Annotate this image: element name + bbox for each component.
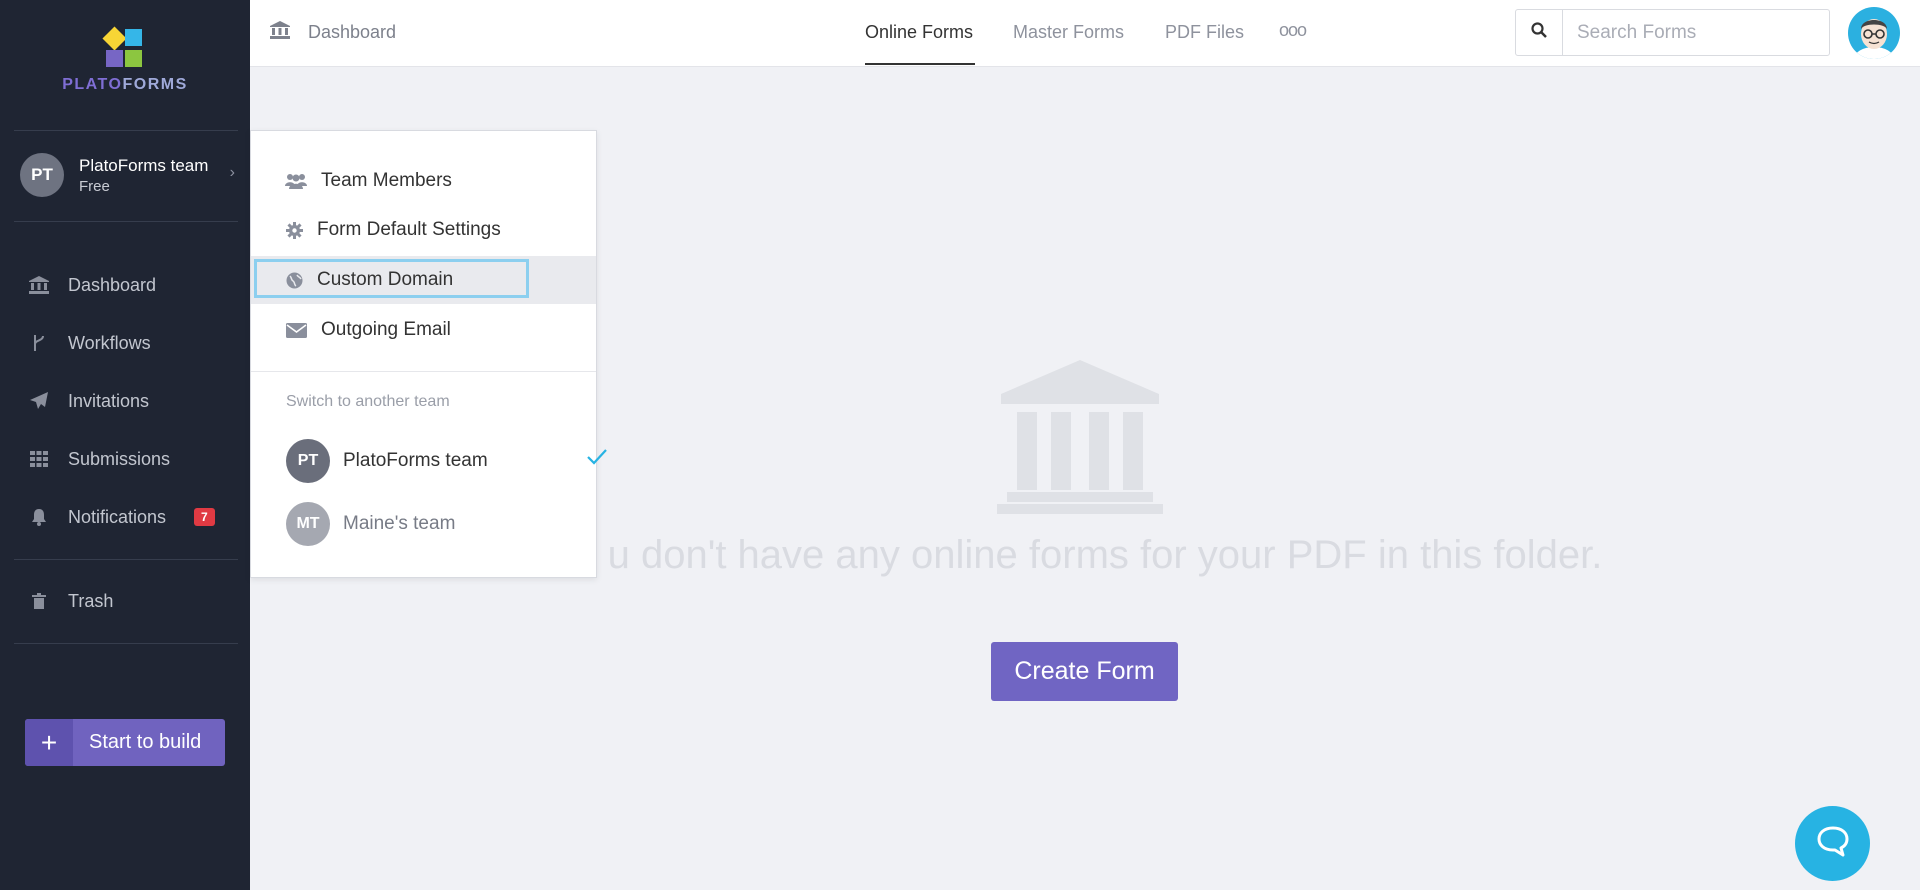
team-switcher[interactable]: PT PlatoForms team Free ›	[20, 153, 235, 198]
sidebar-item-label: Invitations	[68, 390, 150, 411]
sidebar-divider	[14, 221, 238, 222]
sidebar-divider	[14, 643, 238, 644]
branch-icon	[28, 332, 50, 354]
breadcrumb[interactable]: Dashboard	[270, 21, 396, 44]
menu-item-team-members[interactable]: Team Members	[251, 157, 596, 205]
sidebar-item-dashboard[interactable]: Dashboard	[28, 270, 156, 300]
notification-badge: 7	[194, 508, 215, 526]
active-tab-underline	[865, 63, 975, 65]
sidebar-item-submissions[interactable]: Submissions	[28, 444, 170, 474]
team-option-name: Maine's team	[343, 512, 456, 534]
team-avatar: PT	[20, 153, 64, 197]
gear-icon	[285, 221, 303, 239]
menu-item-label: Outgoing Email	[321, 319, 451, 340]
team-option-name: PlatoForms team	[343, 449, 488, 471]
logo[interactable]: PLATOFORMS	[0, 26, 250, 94]
grid-icon	[28, 448, 50, 470]
paper-plane-icon	[28, 390, 50, 412]
sidebar-item-label: Trash	[68, 590, 114, 611]
envelope-icon	[285, 322, 307, 338]
team-avatar: PT	[286, 438, 330, 483]
breadcrumb-label: Dashboard	[308, 22, 397, 42]
menu-item-outgoing-email[interactable]: Outgoing Email	[251, 306, 596, 354]
tab-master-forms[interactable]: Master Forms	[1013, 22, 1124, 43]
user-avatar[interactable]	[1848, 7, 1900, 59]
team-plan: Free	[79, 178, 110, 195]
sidebar-item-label: Workflows	[68, 332, 151, 353]
team-option-maine[interactable]: MT Maine's team	[286, 501, 586, 546]
sidebar-item-label: Dashboard	[68, 274, 157, 295]
sidebar-item-label: Submissions	[68, 448, 171, 469]
team-avatar: MT	[286, 501, 330, 546]
trash-icon	[28, 590, 50, 612]
switch-team-heading: Switch to another team	[286, 393, 450, 410]
menu-item-label: Team Members	[321, 170, 452, 191]
sidebar-item-invitations[interactable]: Invitations	[28, 386, 149, 416]
search-button[interactable]	[1515, 9, 1563, 56]
create-form-button[interactable]: Create Form	[991, 642, 1178, 701]
search-input[interactable]	[1562, 9, 1830, 56]
team-option-platoforms[interactable]: PT PlatoForms team	[286, 438, 607, 483]
tab-pdf-files[interactable]: PDF Files	[1165, 22, 1244, 43]
chat-bubble-icon	[1816, 825, 1850, 862]
start-to-build-label: Start to build	[89, 731, 202, 753]
logo-text: PLATOFORMS	[62, 76, 188, 93]
search-icon	[1531, 22, 1547, 43]
menu-divider	[251, 371, 596, 372]
globe-icon	[285, 272, 303, 289]
team-settings-menu: Team Members Form Default Settings Custo…	[250, 130, 607, 578]
bell-icon	[28, 506, 50, 528]
chat-button[interactable]	[1795, 806, 1870, 881]
empty-state-message: u don't have any online forms for your P…	[607, 533, 1603, 577]
sidebar-divider	[14, 130, 238, 131]
sidebar-item-label: Notifications	[68, 506, 167, 527]
top-bar: Dashboard Online Forms Master Forms PDF …	[250, 0, 1920, 67]
menu-item-label: Form Default Settings	[317, 219, 501, 240]
logo-mark-icon	[102, 26, 147, 70]
sidebar-divider	[14, 559, 238, 560]
menu-item-custom-domain[interactable]: Custom Domain	[251, 256, 596, 304]
sidebar-item-workflows[interactable]: Workflows	[28, 328, 151, 358]
team-name: PlatoForms team	[79, 156, 209, 175]
bank-icon	[270, 21, 290, 44]
chevron-right-icon: ›	[229, 164, 235, 181]
check-icon	[586, 448, 608, 471]
bank-icon	[28, 274, 50, 296]
start-to-build-button[interactable]: + Start to build	[25, 719, 225, 766]
plus-icon: +	[25, 719, 73, 766]
menu-item-form-default-settings[interactable]: Form Default Settings	[251, 206, 596, 254]
tab-more[interactable]: ooo	[1279, 20, 1307, 41]
bank-icon	[997, 358, 1163, 514]
sidebar: PLATOFORMS PT PlatoForms team Free › Das…	[0, 0, 250, 890]
sidebar-item-notifications[interactable]: Notifications 7	[28, 502, 215, 532]
user-face-icon	[1854, 19, 1894, 59]
tab-online-forms[interactable]: Online Forms	[865, 22, 973, 43]
sidebar-item-trash[interactable]: Trash	[28, 586, 113, 616]
menu-item-label: Custom Domain	[317, 269, 454, 290]
users-icon	[285, 173, 307, 189]
